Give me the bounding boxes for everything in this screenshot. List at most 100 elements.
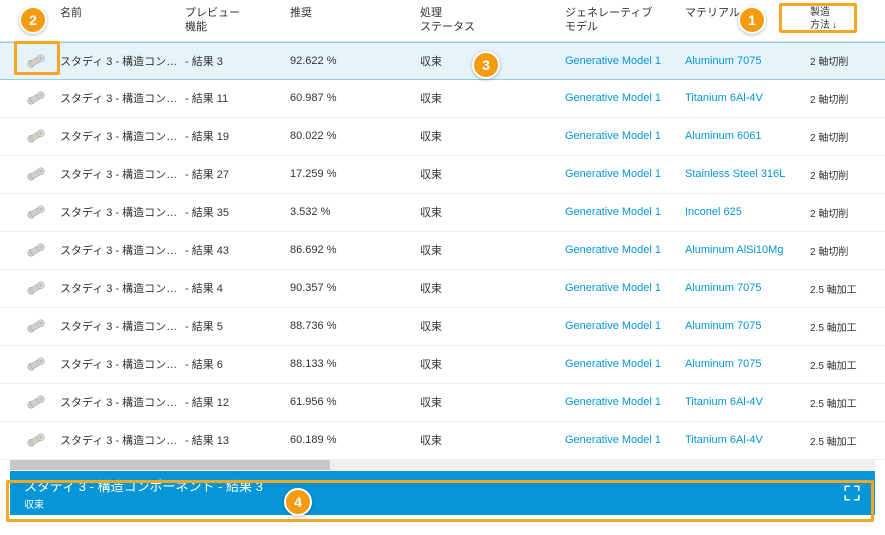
cell-preview: - 結果 6	[185, 356, 290, 372]
cell-preview: - 結果 13	[185, 432, 290, 448]
cell-material: Titanium 6Al-4V	[685, 396, 810, 408]
header-recommend[interactable]: 推奨	[290, 6, 420, 20]
cell-model: Generative Model 1	[565, 320, 685, 332]
header-status[interactable]: 処理ステータス	[420, 6, 565, 35]
header-method-label: 製造方法	[810, 7, 830, 31]
row-thumb[interactable]	[0, 316, 60, 336]
table-row[interactable]: スタディ 3 - 構造コンポ...- 結果 1980.022 %収束Genera…	[0, 118, 885, 156]
row-thumb[interactable]	[0, 278, 60, 298]
row-thumb[interactable]	[0, 240, 60, 260]
row-thumb[interactable]	[0, 51, 60, 71]
row-thumb[interactable]	[0, 164, 60, 184]
cell-method: 2 軸切削	[810, 129, 880, 144]
cell-method: 2.5 軸加工	[810, 433, 880, 448]
horizontal-scrollbar[interactable]	[10, 460, 875, 470]
cell-status: 収束	[420, 204, 565, 220]
cell-method: 2.5 軸加工	[810, 357, 880, 372]
sort-arrow-icon: ↓	[832, 20, 837, 31]
cell-recommend: 90.357 %	[290, 282, 420, 294]
expand-icon[interactable]	[843, 484, 861, 502]
cell-recommend: 60.987 %	[290, 92, 420, 104]
header-name[interactable]: 名前	[60, 6, 185, 20]
table-row[interactable]: スタディ 3 - 構造コンポ...- 結果 490.357 %収束Generat…	[0, 270, 885, 308]
cell-preview: - 結果 3	[185, 53, 290, 69]
cell-status: 収束	[420, 90, 565, 106]
cell-name: スタディ 3 - 構造コンポ...	[60, 166, 185, 182]
cell-preview: - 結果 11	[185, 90, 290, 106]
cell-status: 収束	[420, 318, 565, 334]
cell-status: 収束	[420, 432, 565, 448]
scrollbar-thumb[interactable]	[10, 460, 330, 470]
detail-bar: スタディ 3 - 構造コンポーネント - 結果 3 収束	[10, 471, 875, 515]
cell-method: 2 軸切削	[810, 243, 880, 258]
detail-info: スタディ 3 - 構造コンポーネント - 結果 3 収束	[24, 476, 843, 511]
row-thumb[interactable]	[0, 126, 60, 146]
cell-recommend: 92.622 %	[290, 55, 420, 67]
cell-status: 収束	[420, 128, 565, 144]
cell-preview: - 結果 5	[185, 318, 290, 334]
cell-status: 収束	[420, 280, 565, 296]
cell-material: Titanium 6Al-4V	[685, 434, 810, 446]
table-row[interactable]: スタディ 3 - 構造コンポ...- 結果 688.133 %収束Generat…	[0, 346, 885, 384]
header-model[interactable]: ジェネレーティブモデル	[565, 6, 685, 35]
table-row[interactable]: スタディ 3 - 構造コンポ...- 結果 1261.956 %収束Genera…	[0, 384, 885, 422]
table-row[interactable]: スタディ 3 - 構造コンポ...- 結果 4386.692 %収束Genera…	[0, 232, 885, 270]
cell-preview: - 結果 19	[185, 128, 290, 144]
cell-recommend: 3.532 %	[290, 206, 420, 218]
cell-name: スタディ 3 - 構造コンポ...	[60, 204, 185, 220]
cell-preview: - 結果 12	[185, 394, 290, 410]
cell-status: 収束	[420, 166, 565, 182]
callout-3: 3	[472, 51, 500, 79]
cell-model: Generative Model 1	[565, 206, 685, 218]
table-body: スタディ 3 - 構造コンポ...- 結果 392.622 %収束Generat…	[0, 42, 885, 460]
detail-status: 収束	[24, 496, 843, 511]
cell-model: Generative Model 1	[565, 244, 685, 256]
cell-recommend: 60.189 %	[290, 434, 420, 446]
cell-preview: - 結果 4	[185, 280, 290, 296]
results-table: 名前 プレビュー機能 推奨 処理ステータス ジェネレーティブモデル マテリアル …	[0, 0, 885, 460]
header-preview[interactable]: プレビュー機能	[185, 6, 290, 35]
cell-recommend: 17.259 %	[290, 168, 420, 180]
table-row[interactable]: スタディ 3 - 構造コンポ...- 結果 2717.259 %収束Genera…	[0, 156, 885, 194]
cell-method: 2 軸切削	[810, 91, 880, 106]
cell-model: Generative Model 1	[565, 168, 685, 180]
header-method[interactable]: 製造方法↓	[810, 6, 880, 32]
cell-name: スタディ 3 - 構造コンポ...	[60, 53, 185, 69]
row-thumb[interactable]	[0, 392, 60, 412]
cell-recommend: 88.133 %	[290, 358, 420, 370]
cell-model: Generative Model 1	[565, 92, 685, 104]
cell-model: Generative Model 1	[565, 130, 685, 142]
table-row[interactable]: スタディ 3 - 構造コンポ...- 結果 392.622 %収束Generat…	[0, 42, 885, 80]
cell-model: Generative Model 1	[565, 55, 685, 67]
row-thumb[interactable]	[0, 88, 60, 108]
cell-model: Generative Model 1	[565, 434, 685, 446]
cell-material: Inconel 625	[685, 206, 810, 218]
cell-name: スタディ 3 - 構造コンポ...	[60, 90, 185, 106]
table-row[interactable]: スタディ 3 - 構造コンポ...- 結果 588.736 %収束Generat…	[0, 308, 885, 346]
table-row[interactable]: スタディ 3 - 構造コンポ...- 結果 1360.189 %収束Genera…	[0, 422, 885, 460]
cell-model: Generative Model 1	[565, 282, 685, 294]
cell-name: スタディ 3 - 構造コンポ...	[60, 242, 185, 258]
cell-preview: - 結果 43	[185, 242, 290, 258]
cell-recommend: 88.736 %	[290, 320, 420, 332]
table-row[interactable]: スタディ 3 - 構造コンポ...- 結果 1160.987 %収束Genera…	[0, 80, 885, 118]
table-row[interactable]: スタディ 3 - 構造コンポ...- 結果 353.532 %収束Generat…	[0, 194, 885, 232]
row-thumb[interactable]	[0, 354, 60, 374]
cell-method: 2 軸切削	[810, 205, 880, 220]
cell-model: Generative Model 1	[565, 396, 685, 408]
cell-name: スタディ 3 - 構造コンポ...	[60, 128, 185, 144]
cell-method: 2 軸切削	[810, 53, 880, 68]
cell-material: Aluminum 7075	[685, 55, 810, 67]
cell-method: 2.5 軸加工	[810, 319, 880, 334]
cell-material: Titanium 6Al-4V	[685, 92, 810, 104]
callout-1: 1	[738, 6, 766, 34]
cell-method: 2 軸切削	[810, 167, 880, 182]
cell-preview: - 結果 35	[185, 204, 290, 220]
cell-material: Stainless Steel 316L	[685, 168, 810, 180]
cell-recommend: 80.022 %	[290, 130, 420, 142]
row-thumb[interactable]	[0, 202, 60, 222]
cell-material: Aluminum 7075	[685, 320, 810, 332]
cell-status: 収束	[420, 356, 565, 372]
cell-method: 2.5 軸加工	[810, 281, 880, 296]
row-thumb[interactable]	[0, 430, 60, 450]
